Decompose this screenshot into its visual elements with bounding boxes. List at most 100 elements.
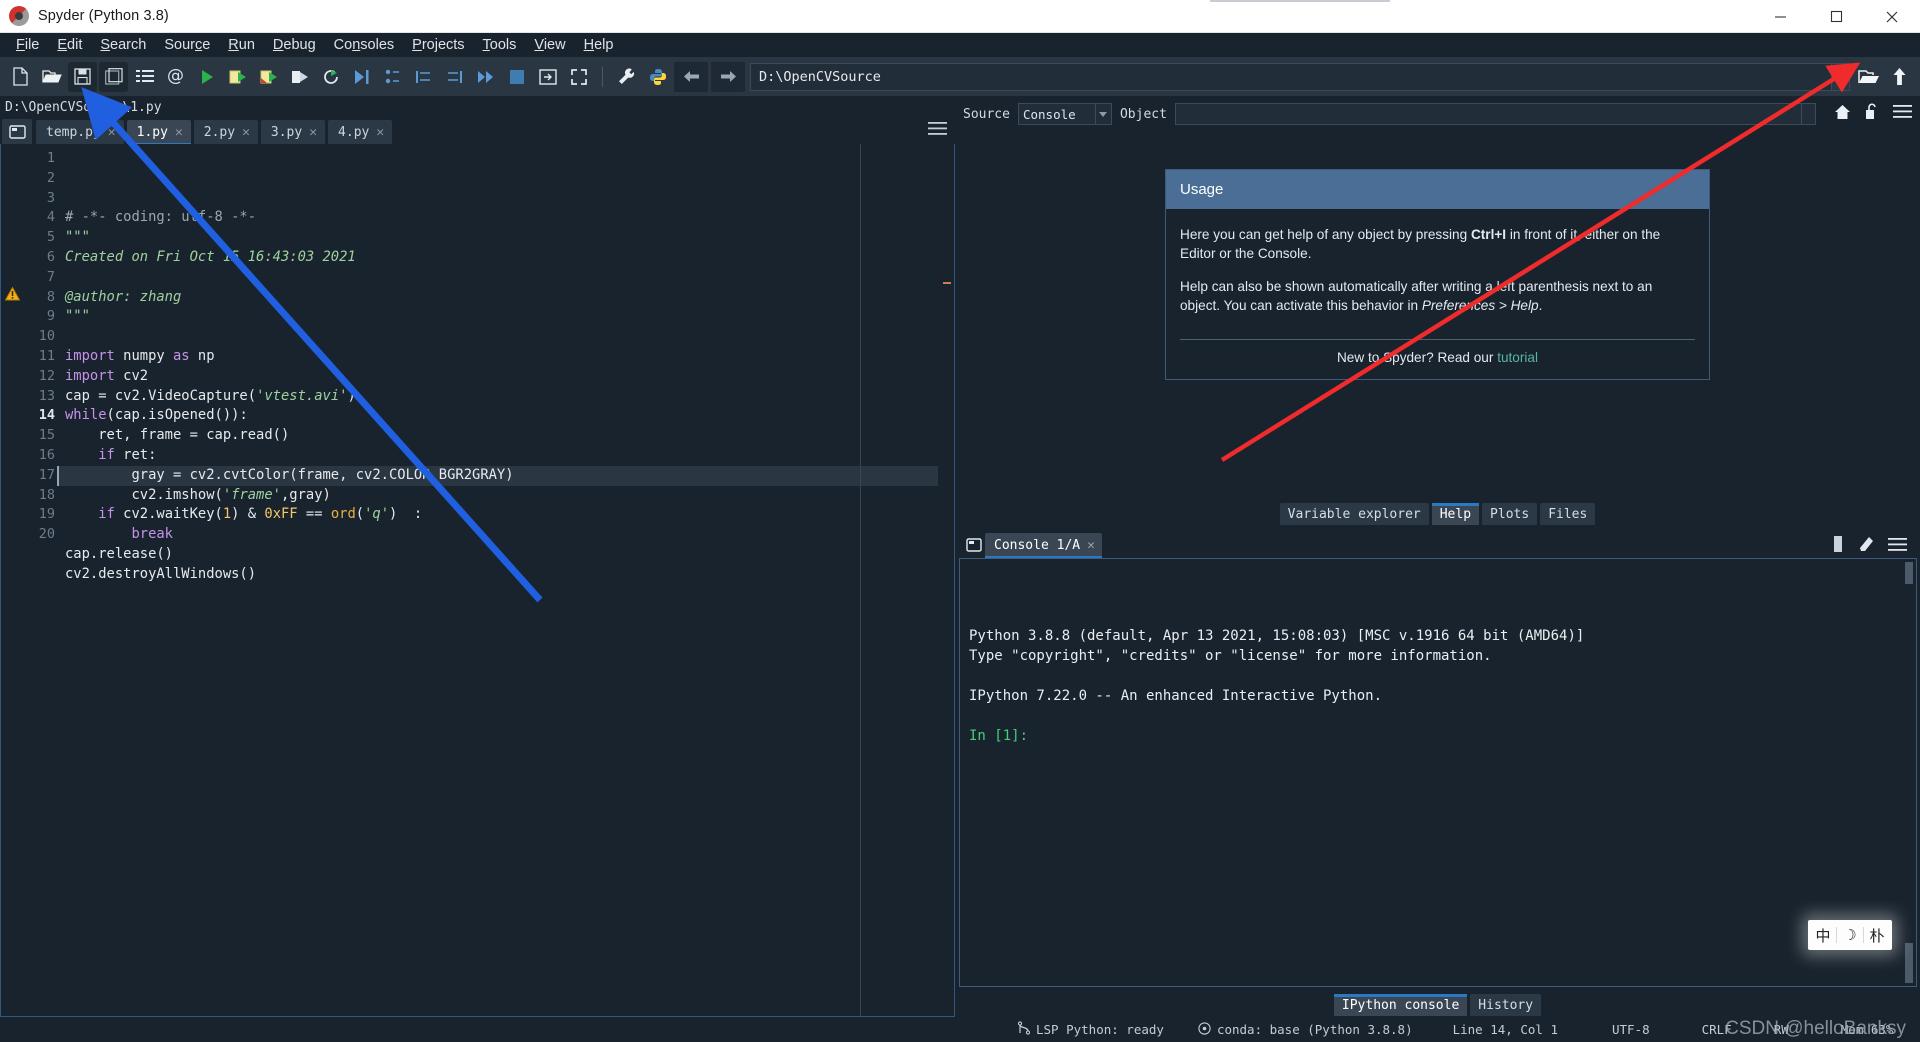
up-arrow-icon[interactable] bbox=[1885, 62, 1914, 92]
code-line[interactable]: ret, frame = cap.read() bbox=[57, 426, 938, 446]
warning-triangle-icon[interactable] bbox=[4, 286, 21, 304]
menu-view[interactable]: View bbox=[525, 34, 574, 56]
working-directory-input[interactable]: D:\OpenCVSource bbox=[750, 62, 1850, 91]
code-line[interactable]: if cv2.waitKey(1) & 0xFF == ord('q') : bbox=[57, 505, 938, 525]
code-line[interactable]: cv2.imshow('frame',gray) bbox=[57, 486, 938, 506]
ime-tool-icon[interactable]: 朴 bbox=[1864, 922, 1890, 948]
menu-tools[interactable]: Tools bbox=[474, 34, 526, 56]
close-icon[interactable]: ✕ bbox=[1087, 538, 1095, 553]
pythonpath-manager-icon[interactable] bbox=[643, 62, 672, 92]
editor-tab-2[interactable]: 2.py ✕ bbox=[193, 120, 258, 144]
code-line[interactable]: """ bbox=[57, 307, 938, 327]
browse-tabs-icon[interactable] bbox=[963, 535, 985, 555]
continue-icon[interactable] bbox=[471, 62, 500, 92]
console-tab[interactable]: Console 1/A ✕ bbox=[985, 533, 1102, 558]
save-all-icon[interactable] bbox=[99, 61, 128, 92]
console-scrollbar[interactable] bbox=[1903, 560, 1915, 985]
code-line[interactable]: cap = cv2.VideoCapture('vtest.avi') bbox=[57, 387, 938, 407]
code-line[interactable]: # -*- coding: utf-8 -*- bbox=[57, 208, 938, 228]
stop-square-icon[interactable] bbox=[1833, 536, 1844, 557]
close-icon[interactable]: ✕ bbox=[242, 125, 250, 140]
code-line[interactable]: if ret: bbox=[57, 446, 938, 466]
preferences-icon[interactable] bbox=[612, 62, 641, 92]
editor-scroll-flag-column[interactable] bbox=[938, 144, 954, 1016]
minimize-icon[interactable] bbox=[1752, 0, 1808, 33]
tab-ipython-console[interactable]: IPython console bbox=[1333, 994, 1468, 1016]
tab-variable-explorer[interactable]: Variable explorer bbox=[1279, 503, 1429, 525]
code-line[interactable] bbox=[57, 268, 938, 288]
editor-code-area[interactable]: # -*- coding: utf-8 -*- """ Created on Fri… bbox=[57, 144, 938, 1016]
chevron-down-icon[interactable] bbox=[1094, 104, 1111, 124]
menu-projects[interactable]: Projects bbox=[403, 34, 473, 56]
unlock-icon[interactable] bbox=[1865, 103, 1879, 125]
hamburger-menu-icon[interactable] bbox=[1893, 105, 1912, 123]
help-source-select[interactable]: Console bbox=[1017, 103, 1112, 125]
menu-file[interactable]: File bbox=[7, 34, 48, 56]
open-file-icon[interactable] bbox=[37, 62, 66, 92]
tab-history[interactable]: History bbox=[1470, 994, 1542, 1016]
hamburger-menu-icon[interactable] bbox=[1888, 537, 1907, 556]
close-icon[interactable]: ✕ bbox=[376, 125, 384, 140]
menu-debug[interactable]: Debug bbox=[264, 34, 325, 56]
menu-search[interactable]: Search bbox=[91, 34, 155, 56]
menu-consoles[interactable]: Consoles bbox=[325, 34, 403, 56]
browse-tabs-icon[interactable] bbox=[2, 119, 32, 144]
editor-tab-3[interactable]: 3.py ✕ bbox=[260, 120, 326, 144]
code-line[interactable] bbox=[57, 327, 938, 347]
code-line[interactable]: @author: zhang bbox=[57, 288, 938, 308]
new-file-icon[interactable] bbox=[6, 62, 35, 92]
menu-help[interactable]: Help bbox=[575, 34, 623, 56]
menu-edit[interactable]: Edit bbox=[48, 34, 91, 56]
help-object-input[interactable] bbox=[1174, 103, 1816, 125]
back-arrow-icon[interactable] bbox=[674, 61, 708, 92]
menu-source[interactable]: Source bbox=[155, 34, 219, 56]
editor-tab-1[interactable]: 1.py ✕ bbox=[126, 120, 191, 145]
home-icon[interactable] bbox=[1834, 104, 1851, 125]
stop-debug-icon[interactable] bbox=[502, 62, 531, 92]
hamburger-menu-icon[interactable] bbox=[928, 122, 947, 140]
re-run-cell-icon[interactable] bbox=[316, 62, 345, 92]
tab-files[interactable]: Files bbox=[1540, 503, 1596, 525]
code-line[interactable]: import numpy as np bbox=[57, 347, 938, 367]
menu-run[interactable]: Run bbox=[219, 34, 264, 56]
chevron-down-icon[interactable] bbox=[1801, 104, 1815, 124]
clear-console-icon[interactable] bbox=[1858, 536, 1874, 557]
code-line[interactable]: """ bbox=[57, 228, 938, 248]
close-icon[interactable]: ✕ bbox=[108, 125, 116, 140]
chevron-down-icon[interactable] bbox=[1831, 63, 1849, 90]
console-prompt[interactable]: In [1]: bbox=[969, 726, 1907, 746]
step-return-icon[interactable] bbox=[409, 62, 438, 92]
run-file-icon[interactable] bbox=[192, 62, 221, 92]
code-line[interactable]: cap.release() bbox=[57, 545, 938, 565]
step-over-icon[interactable] bbox=[440, 62, 469, 92]
forward-arrow-icon[interactable] bbox=[711, 61, 745, 92]
tutorial-link[interactable]: tutorial bbox=[1497, 350, 1538, 365]
file-switcher-icon[interactable] bbox=[130, 62, 159, 92]
code-line[interactable]: cv2.destroyAllWindows() bbox=[57, 565, 938, 585]
tab-plots[interactable]: Plots bbox=[1482, 503, 1538, 525]
code-editor[interactable]: 1 2 3 4 5 6 7 8 9 10 11 12 13 14 15 16 17 18 19 20 # -*- co… bbox=[0, 144, 955, 1017]
ime-indicator[interactable]: 中 ☽ 朴 bbox=[1808, 920, 1892, 950]
step-into-icon[interactable] bbox=[378, 62, 407, 92]
editor-tab-temp[interactable]: temp.py ✕ bbox=[36, 120, 124, 144]
maximize-icon[interactable] bbox=[1808, 0, 1864, 33]
maximize-pane-icon[interactable] bbox=[564, 62, 593, 92]
tab-help[interactable]: Help bbox=[1431, 503, 1480, 525]
code-line[interactable]: Created on Fri Oct 15 16:43:03 2021 bbox=[57, 248, 938, 268]
find-symbols-icon[interactable]: @ bbox=[161, 62, 190, 92]
code-line[interactable]: while(cap.isOpened()): bbox=[57, 406, 938, 426]
close-icon[interactable] bbox=[1864, 0, 1920, 33]
code-line[interactable]: break bbox=[57, 525, 938, 545]
run-selection-icon[interactable] bbox=[285, 62, 314, 92]
save-file-icon[interactable] bbox=[68, 61, 97, 92]
ime-mode-cell[interactable]: 中 bbox=[1810, 922, 1836, 948]
open-folder-icon[interactable] bbox=[1854, 62, 1883, 92]
console-output[interactable]: Python 3.8.8 (default, Apr 13 2021, 15:0… bbox=[959, 558, 1917, 987]
code-line[interactable] bbox=[57, 585, 938, 605]
run-settings-icon[interactable] bbox=[533, 62, 562, 92]
editor-tab-4[interactable]: 4.py ✕ bbox=[328, 120, 393, 144]
run-cell-icon[interactable] bbox=[223, 62, 252, 92]
run-cell-advance-icon[interactable] bbox=[254, 62, 283, 92]
code-line[interactable]: gray = cv2.cvtColor(frame, cv2.COLOR_BGR… bbox=[57, 465, 938, 486]
debug-file-icon[interactable] bbox=[347, 62, 376, 92]
